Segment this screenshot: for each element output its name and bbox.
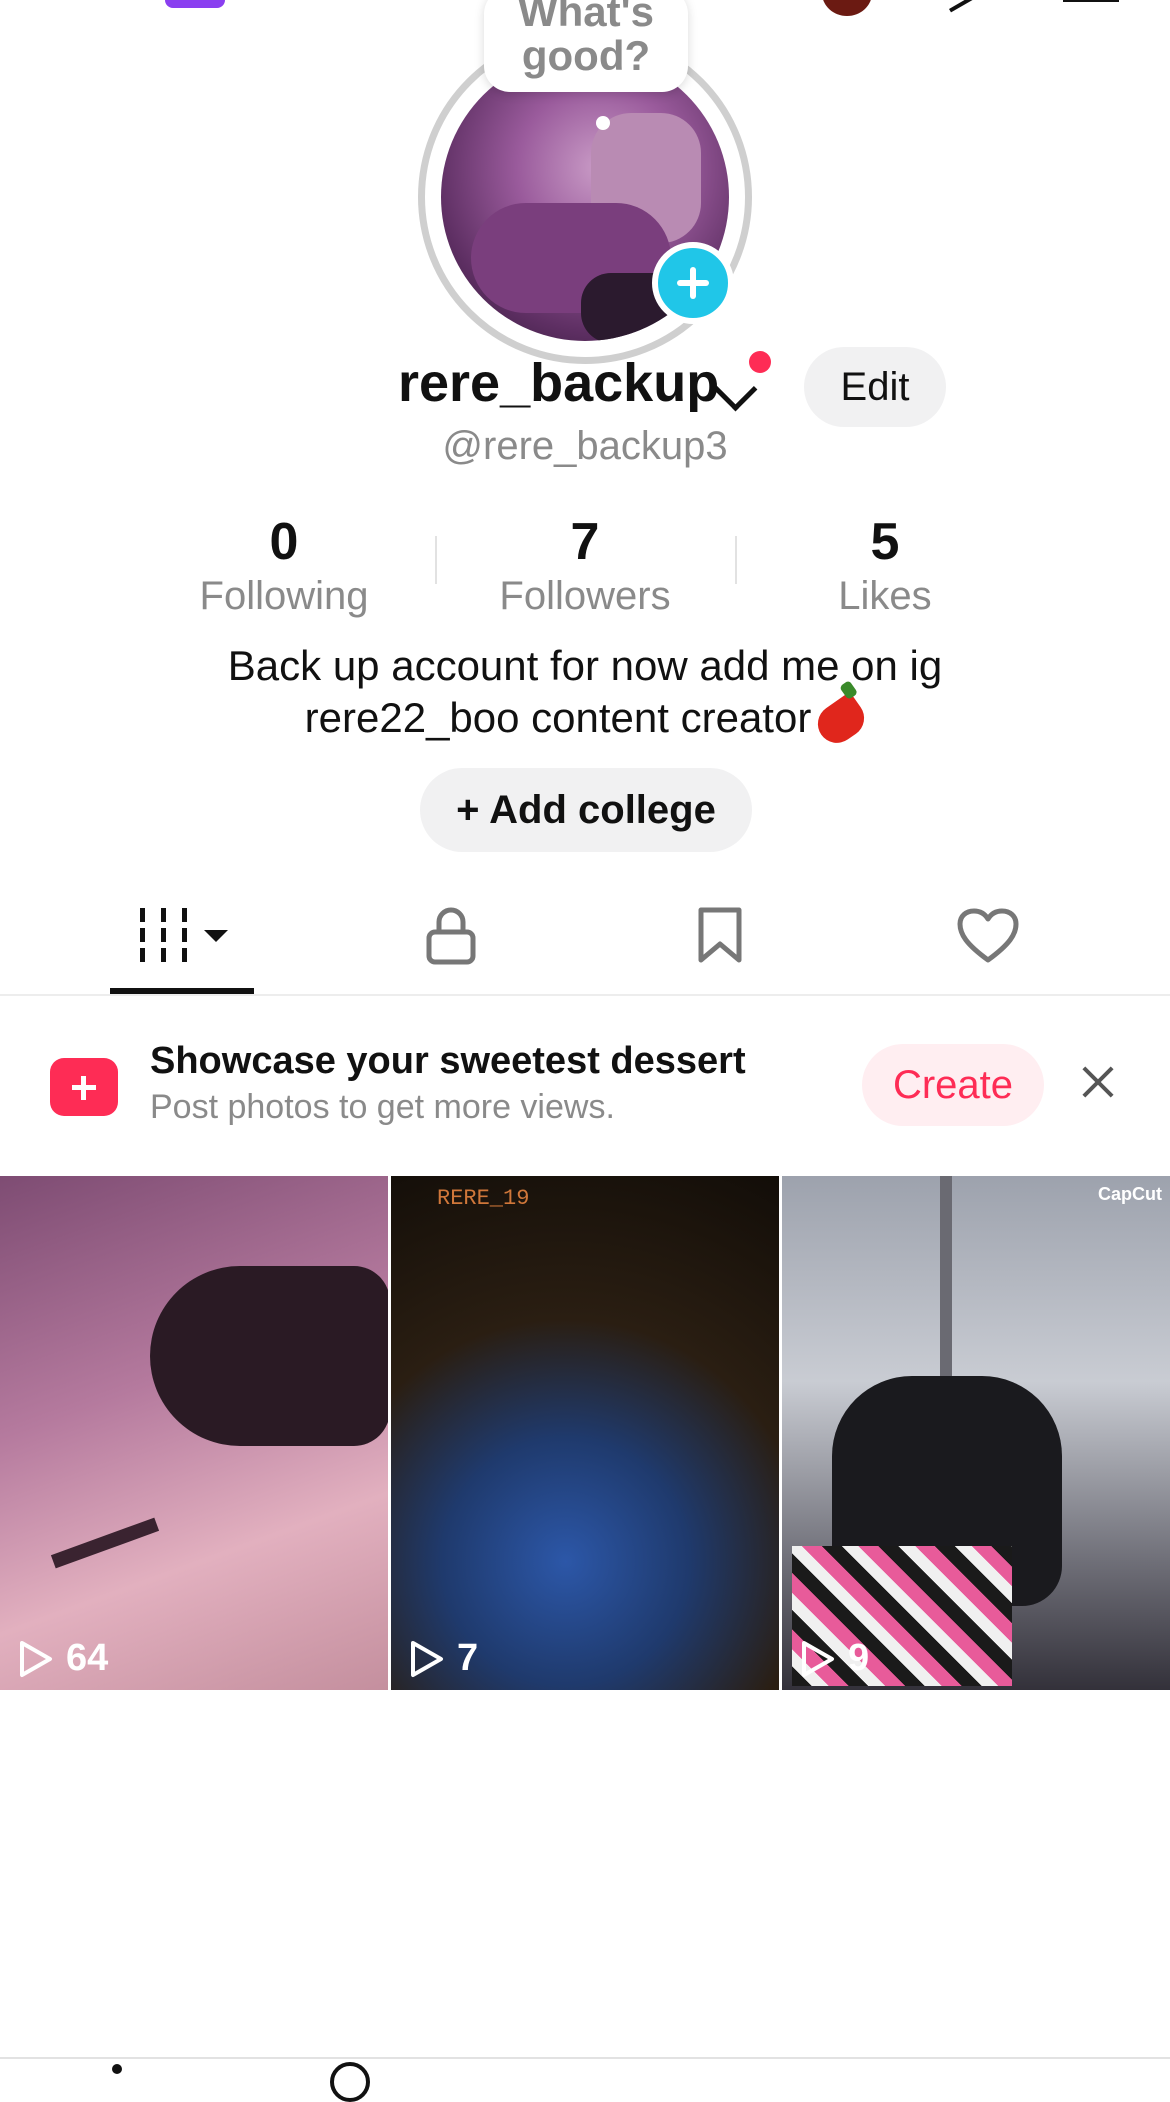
view-count: 9 [800,1637,869,1680]
friends-icon[interactable] [330,2062,370,2102]
stat-divider [435,536,437,584]
lock-icon [426,907,476,965]
account-switch-avatar[interactable] [822,0,872,16]
following-count: 0 [269,513,299,571]
bubble-tail [596,116,610,130]
chili-pepper-icon [810,691,872,751]
view-count-value: 64 [66,1637,109,1679]
add-avatar-plus-icon[interactable] [652,242,734,324]
app-badge-icon[interactable] [165,0,225,8]
pen-icon[interactable] [943,0,977,13]
create-button[interactable]: Create [862,1044,1044,1126]
bottom-nav-divider [0,2057,1170,2059]
profile-tabs [0,870,1170,996]
stat-divider [735,536,737,584]
status-bubble[interactable]: What's good? [484,0,688,92]
chevron-down-icon[interactable] [713,367,758,412]
edit-profile-button[interactable]: Edit [804,347,946,427]
video-thumbnail[interactable]: 64 [0,1176,388,1690]
promo-title: Showcase your sweetest dessert [150,1040,746,1082]
promo-banner: Showcase your sweetest dessert Post phot… [0,996,1170,1176]
tab-selected-indicator [110,988,254,994]
play-icon [20,1640,52,1677]
heart-icon [957,908,1019,963]
stat-followers[interactable]: 7 Followers [475,512,695,620]
add-college-button[interactable]: + Add college [420,768,752,852]
play-icon [802,1640,834,1677]
stat-following[interactable]: 0 Following [174,512,394,620]
photo-add-icon [50,1058,118,1116]
likes-label: Likes [838,574,932,618]
close-icon[interactable] [1078,1062,1118,1102]
menu-icon[interactable] [1063,0,1119,2]
grid-icon [140,908,190,962]
stat-likes[interactable]: 5 Likes [775,512,995,620]
bio-line-2-wrap: rere22_boo content creator [0,691,1170,751]
following-label: Following [199,574,369,618]
view-count: 64 [18,1637,108,1680]
bookmark-icon [698,907,742,963]
notification-dot [749,351,771,373]
tab-videos[interactable] [80,870,280,994]
video-thumbnail[interactable]: CapCut 9 [782,1176,1170,1690]
followers-label: Followers [499,574,671,618]
bubble-line-2: good? [521,32,651,79]
profile-handle: @rere_backup3 [442,424,728,468]
view-count-value: 7 [457,1637,479,1679]
view-count-value: 9 [848,1637,870,1679]
tab-private[interactable] [351,870,551,994]
promo-subtitle: Post photos to get more views. [150,1088,615,1126]
bio-line-1: Back up account for now add me on ig [227,642,943,689]
video-thumbnail[interactable]: RERE_19 7 [391,1176,779,1690]
profile-bio: Back up account for now add me on ig rer… [0,640,1170,751]
caret-down-icon [204,930,228,942]
view-count: 7 [409,1637,478,1680]
followers-count: 7 [570,513,600,571]
play-icon [411,1640,443,1677]
capcut-watermark: CapCut [1098,1184,1162,1204]
home-icon[interactable] [112,2064,122,2074]
tab-saved[interactable] [619,870,819,994]
bio-line-2: rere22_boo content creator [304,694,812,741]
tab-liked[interactable] [888,870,1088,994]
likes-count: 5 [870,513,900,571]
bubble-line-1: What's [518,0,654,35]
video-overlay-text: RERE_19 [437,1186,530,1211]
profile-name[interactable]: rere_backup [398,352,719,414]
